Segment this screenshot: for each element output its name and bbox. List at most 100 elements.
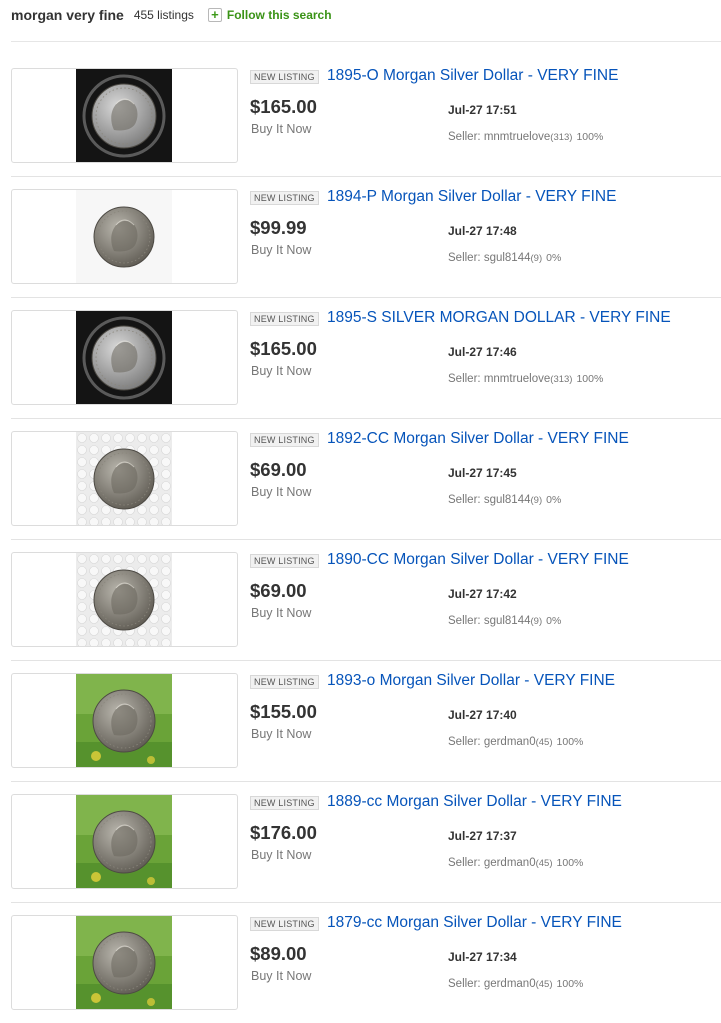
- seller-positive-feedback: 100%: [556, 857, 584, 869]
- coin-photo: [76, 674, 172, 767]
- listing-thumbnail[interactable]: [11, 552, 238, 647]
- coin-photo: [76, 795, 172, 888]
- seller-prefix: Seller:: [448, 978, 481, 990]
- seller-info: Seller: sgul8144(9) 0%: [448, 494, 561, 506]
- coin-photo: [76, 190, 172, 283]
- listing-item: NEW LISTING 1895-O Morgan Silver Dollar …: [0, 55, 721, 176]
- seller-positive-feedback: 100%: [556, 736, 584, 748]
- listing-time: Jul-27 17:40: [448, 708, 517, 722]
- seller-name: sgul8144: [483, 615, 531, 627]
- seller-feedback-score: (45): [535, 979, 553, 990]
- listing-thumbnail[interactable]: [11, 431, 238, 526]
- seller-name: mnmtruelove: [483, 131, 551, 143]
- listing-title-link[interactable]: 1892-CC Morgan Silver Dollar - VERY FINE: [327, 430, 629, 448]
- listing-price: $89.00: [250, 943, 307, 964]
- seller-info: Seller: mnmtruelove(313) 100%: [448, 373, 603, 385]
- listing-time: Jul-27 17:42: [448, 587, 517, 601]
- seller-positive-feedback: 100%: [556, 978, 584, 990]
- seller-name: mnmtruelove: [483, 373, 551, 385]
- seller-info: Seller: gerdman0(45) 100%: [448, 978, 583, 990]
- listing-time: Jul-27 17:46: [448, 345, 517, 359]
- listing-price: $69.00: [250, 580, 307, 601]
- seller-name: sgul8144: [483, 252, 531, 264]
- listing-list: NEW LISTING 1895-O Morgan Silver Dollar …: [0, 55, 721, 1023]
- follow-search-link[interactable]: + Follow this search: [207, 8, 332, 22]
- header-divider: [11, 41, 721, 42]
- listing-item: NEW LISTING 1894-P Morgan Silver Dollar …: [0, 176, 721, 297]
- plus-icon: +: [207, 8, 222, 22]
- seller-feedback-score: (45): [535, 858, 553, 869]
- buying-format: Buy It Now: [251, 727, 312, 741]
- listing-thumbnail[interactable]: [11, 673, 238, 768]
- seller-feedback-score: (313): [550, 132, 573, 143]
- listing-title-link[interactable]: 1890-CC Morgan Silver Dollar - VERY FINE: [327, 551, 629, 569]
- seller-positive-feedback: 0%: [546, 615, 562, 627]
- seller-feedback-score: (313): [550, 374, 573, 385]
- buying-format: Buy It Now: [251, 243, 312, 257]
- listing-time: Jul-27 17:51: [448, 103, 517, 117]
- seller-prefix: Seller:: [448, 736, 481, 748]
- listing-price: $155.00: [250, 701, 317, 722]
- seller-prefix: Seller:: [448, 857, 481, 869]
- seller-name: gerdman0: [483, 736, 536, 748]
- seller-info: Seller: sgul8144(9) 0%: [448, 252, 561, 264]
- listing-item: NEW LISTING 1892-CC Morgan Silver Dollar…: [0, 418, 721, 539]
- coin-photo: [76, 916, 172, 1009]
- listing-thumbnail[interactable]: [11, 915, 238, 1010]
- listing-title-link[interactable]: 1893-o Morgan Silver Dollar - VERY FINE: [327, 672, 615, 690]
- seller-feedback-score: (45): [535, 737, 553, 748]
- listing-title-link[interactable]: 1889-cc Morgan Silver Dollar - VERY FINE: [327, 793, 622, 811]
- listing-title-link[interactable]: 1895-S SILVER MORGAN DOLLAR - VERY FINE: [327, 309, 671, 327]
- listing-thumbnail[interactable]: [11, 310, 238, 405]
- seller-name: gerdman0: [483, 978, 536, 990]
- listing-item: NEW LISTING 1889-cc Morgan Silver Dollar…: [0, 781, 721, 902]
- listing-price: $176.00: [250, 822, 317, 843]
- new-listing-badge: NEW LISTING: [250, 433, 319, 447]
- listing-title-link[interactable]: 1879-cc Morgan Silver Dollar - VERY FINE: [327, 914, 622, 932]
- seller-prefix: Seller:: [448, 373, 481, 385]
- listing-thumbnail[interactable]: [11, 68, 238, 163]
- new-listing-badge: NEW LISTING: [250, 312, 319, 326]
- new-listing-badge: NEW LISTING: [250, 554, 319, 568]
- listing-thumbnail[interactable]: [11, 189, 238, 284]
- buying-format: Buy It Now: [251, 122, 312, 136]
- search-query: morgan very fine: [11, 7, 124, 23]
- search-header: morgan very fine 455 listings + Follow t…: [11, 5, 332, 25]
- listing-thumbnail[interactable]: [11, 794, 238, 889]
- coin-photo: [76, 432, 172, 525]
- listing-item: NEW LISTING 1895-S SILVER MORGAN DOLLAR …: [0, 297, 721, 418]
- new-listing-badge: NEW LISTING: [250, 675, 319, 689]
- listing-title-link[interactable]: 1894-P Morgan Silver Dollar - VERY FINE: [327, 188, 616, 206]
- coin-photo: [76, 311, 172, 404]
- listing-time: Jul-27 17:37: [448, 829, 517, 843]
- seller-name: gerdman0: [483, 857, 536, 869]
- seller-prefix: Seller:: [448, 252, 481, 264]
- coin-photo: [76, 553, 172, 646]
- seller-prefix: Seller:: [448, 494, 481, 506]
- seller-info: Seller: mnmtruelove(313) 100%: [448, 131, 603, 143]
- seller-prefix: Seller:: [448, 615, 481, 627]
- seller-info: Seller: sgul8144(9) 0%: [448, 615, 561, 627]
- listing-item: NEW LISTING 1893-o Morgan Silver Dollar …: [0, 660, 721, 781]
- coin-photo: [76, 69, 172, 162]
- seller-feedback-score: (9): [530, 616, 543, 627]
- listing-time: Jul-27 17:48: [448, 224, 517, 238]
- new-listing-badge: NEW LISTING: [250, 70, 319, 84]
- seller-name: sgul8144: [483, 494, 531, 506]
- buying-format: Buy It Now: [251, 485, 312, 499]
- new-listing-badge: NEW LISTING: [250, 917, 319, 931]
- seller-positive-feedback: 0%: [546, 252, 562, 264]
- buying-format: Buy It Now: [251, 606, 312, 620]
- new-listing-badge: NEW LISTING: [250, 191, 319, 205]
- seller-feedback-score: (9): [530, 495, 543, 506]
- buying-format: Buy It Now: [251, 969, 312, 983]
- follow-search-label: Follow this search: [226, 8, 332, 22]
- seller-prefix: Seller:: [448, 131, 481, 143]
- result-count: 455 listings: [133, 8, 194, 22]
- listing-time: Jul-27 17:34: [448, 950, 517, 964]
- listing-title-link[interactable]: 1895-O Morgan Silver Dollar - VERY FINE: [327, 67, 618, 85]
- listing-price: $165.00: [250, 338, 317, 359]
- seller-info: Seller: gerdman0(45) 100%: [448, 857, 583, 869]
- listing-item: NEW LISTING 1879-cc Morgan Silver Dollar…: [0, 902, 721, 1023]
- listing-price: $165.00: [250, 96, 317, 117]
